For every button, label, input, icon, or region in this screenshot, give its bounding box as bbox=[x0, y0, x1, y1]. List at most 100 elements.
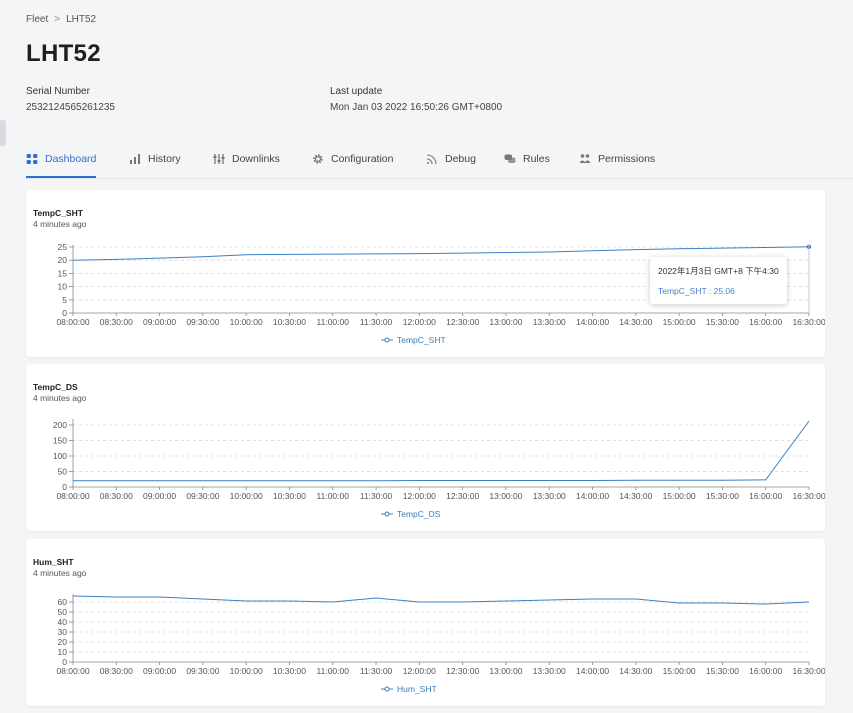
tab-downlinks[interactable]: Downlinks bbox=[213, 142, 280, 176]
x-tick-label: 08:00:00 bbox=[56, 491, 89, 501]
data-point bbox=[419, 253, 420, 254]
x-tick-label: 13:00:00 bbox=[489, 317, 522, 327]
chart-card-tempc-ds: TempC_DS 4 minutes ago 0 50 100 150 200 08:00… bbox=[26, 364, 825, 531]
last-update-block: Last update Mon Jan 03 2022 16:50:26 GMT… bbox=[330, 86, 502, 113]
last-update-label: Last update bbox=[330, 86, 383, 97]
x-tick-label: 10:30:00 bbox=[273, 491, 306, 501]
y-tick-label: 200 bbox=[53, 420, 67, 430]
data-point bbox=[202, 598, 203, 599]
data-point bbox=[808, 601, 809, 602]
x-tick-label: 12:00:00 bbox=[403, 666, 436, 676]
x-tick-label: 13:00:00 bbox=[489, 491, 522, 501]
users-icon bbox=[579, 153, 591, 165]
sliders-icon bbox=[213, 153, 225, 165]
data-point bbox=[592, 480, 593, 481]
data-point bbox=[246, 254, 247, 255]
data-point bbox=[419, 480, 420, 481]
data-point bbox=[72, 260, 73, 261]
tab-history[interactable]: History bbox=[129, 142, 181, 176]
x-tick-label: 12:00:00 bbox=[403, 491, 436, 501]
data-point bbox=[332, 601, 333, 602]
last-update-value: Mon Jan 03 2022 16:50:26 GMT+0800 bbox=[330, 102, 503, 113]
x-tick-label: 08:30:00 bbox=[100, 666, 133, 676]
chart-card-hum-sht: Hum_SHT 4 minutes ago 0 10 20 30 40 50 60 08:00… bbox=[26, 539, 825, 706]
x-tick-label: 09:30:00 bbox=[186, 317, 219, 327]
x-tick-label: 08:30:00 bbox=[100, 317, 133, 327]
data-point bbox=[505, 480, 506, 481]
tempc-ds-line-chart[interactable]: 05010015020008:00:00 08:30:00 09:00:00 09:3… bbox=[26, 364, 825, 531]
x-tick-label: 13:30:00 bbox=[533, 491, 566, 501]
x-tick-label: 12:30:00 bbox=[446, 491, 479, 501]
legend-swatch-marker bbox=[384, 686, 390, 692]
data-point bbox=[549, 480, 550, 481]
x-tick-label: 08:00:00 bbox=[56, 317, 89, 327]
tab-debug-label: Debug bbox=[445, 153, 476, 165]
data-point bbox=[246, 600, 247, 601]
x-tick-label: 15:30:00 bbox=[706, 491, 739, 501]
data-point bbox=[289, 254, 290, 255]
tab-configuration[interactable]: Configuration bbox=[312, 142, 393, 176]
y-tick-label: 5 bbox=[62, 295, 67, 305]
x-tick-label: 09:00:00 bbox=[143, 491, 176, 501]
x-tick-label: 10:30:00 bbox=[273, 666, 306, 676]
x-tick-label: 14:00:00 bbox=[576, 666, 609, 676]
data-point bbox=[159, 257, 160, 258]
tab-dashboard[interactable]: Dashboard bbox=[26, 142, 97, 178]
x-tick-label: 13:30:00 bbox=[533, 666, 566, 676]
tooltip-value-line: TempC_SHT : 25.06 bbox=[658, 286, 735, 296]
tab-debug[interactable]: Debug bbox=[426, 142, 476, 176]
breadcrumb: Fleet > LHT52 bbox=[26, 14, 96, 25]
data-point bbox=[332, 254, 333, 255]
hum-sht-line-chart[interactable]: 010203040506008:00:00 08:30:00 09:00:00 09:… bbox=[26, 539, 825, 706]
data-point bbox=[202, 480, 203, 481]
chart-tooltip: 2022年1月3日 GMT+8 下午4:30 TempC_SHT : 25.06 bbox=[650, 257, 787, 304]
data-point bbox=[549, 251, 550, 252]
tab-permissions-label: Permissions bbox=[598, 153, 656, 165]
data-point bbox=[159, 480, 160, 481]
data-point bbox=[332, 480, 333, 481]
y-tick-label: 20 bbox=[58, 637, 68, 647]
x-tick-label: 11:00:00 bbox=[317, 317, 350, 327]
data-point bbox=[289, 480, 290, 481]
y-tick-label: 15 bbox=[58, 268, 68, 278]
data-point bbox=[592, 598, 593, 599]
data-point bbox=[765, 479, 766, 480]
tooltip-value: 25.06 bbox=[713, 286, 735, 296]
data-point bbox=[72, 480, 73, 481]
y-tick-label: 40 bbox=[58, 617, 68, 627]
data-point bbox=[679, 480, 680, 481]
tab-permissions[interactable]: Permissions bbox=[579, 142, 655, 176]
breadcrumb-separator: > bbox=[54, 14, 61, 25]
x-tick-label: 16:00:00 bbox=[749, 491, 782, 501]
series-line bbox=[72, 595, 810, 605]
data-point bbox=[116, 259, 117, 260]
grid-icon bbox=[26, 153, 38, 165]
x-tick-label: 14:30:00 bbox=[619, 317, 652, 327]
x-tick-label: 15:00:00 bbox=[663, 491, 696, 501]
page-title: LHT52 bbox=[26, 40, 101, 67]
x-tick-label: 11:30:00 bbox=[360, 491, 393, 501]
data-point bbox=[462, 480, 463, 481]
y-tick-label: 20 bbox=[58, 255, 68, 265]
x-tick-label: 15:30:00 bbox=[706, 317, 739, 327]
x-tick-label: 09:30:00 bbox=[186, 666, 219, 676]
data-point bbox=[679, 602, 680, 603]
breadcrumb-parent-link[interactable]: Fleet bbox=[26, 14, 48, 25]
signal-icon bbox=[426, 153, 438, 165]
data-point bbox=[505, 252, 506, 253]
data-point bbox=[375, 480, 376, 481]
data-point bbox=[635, 598, 636, 599]
x-tick-label: 09:00:00 bbox=[143, 666, 176, 676]
tab-dashboard-label: Dashboard bbox=[45, 153, 97, 165]
legend-swatch-marker bbox=[384, 337, 390, 343]
serial-number-label: Serial Number bbox=[26, 86, 90, 97]
sidebar-toggle-handle[interactable] bbox=[0, 120, 6, 146]
tab-rules[interactable]: Rules bbox=[504, 142, 550, 176]
data-point bbox=[722, 247, 723, 248]
x-tick-label: 14:30:00 bbox=[619, 491, 652, 501]
y-tick-label: 25 bbox=[58, 242, 68, 252]
data-point bbox=[765, 603, 766, 604]
y-tick-label: 10 bbox=[58, 647, 68, 657]
y-tick-label: 50 bbox=[58, 607, 68, 617]
data-point bbox=[375, 253, 376, 254]
